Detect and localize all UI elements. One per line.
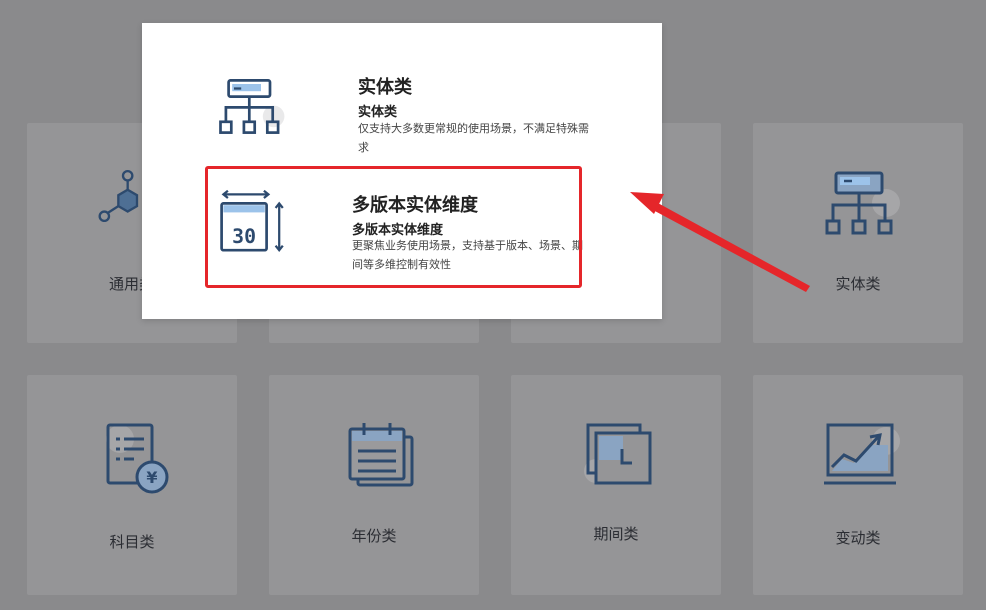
annotation-arrow-icon xyxy=(630,192,810,292)
org-chart-icon xyxy=(825,171,900,235)
card-label-period: 期间类 xyxy=(593,525,639,543)
card-subject[interactable]: ¥ 科目类 xyxy=(27,375,237,595)
option-description: 仅支持大多数更常规的使用场景，不满足特殊需求 xyxy=(358,122,589,154)
card-label-subject: 科目类 xyxy=(109,533,155,551)
calendar-icon xyxy=(348,423,414,487)
option-subtitle: 实体类 xyxy=(358,105,398,120)
trend-chart-icon xyxy=(824,423,900,485)
selection-highlight-box xyxy=(205,166,582,288)
card-label-change: 变动类 xyxy=(835,529,881,547)
card-label-year: 年份类 xyxy=(351,527,397,545)
org-chart-icon xyxy=(219,79,285,134)
card-period[interactable]: 期间类 xyxy=(511,375,721,595)
ledger-yen-icon: ¥ xyxy=(106,423,169,494)
card-year[interactable]: 年份类 xyxy=(269,375,479,595)
card-change[interactable]: 变动类 xyxy=(753,375,963,595)
option-title: 实体类 xyxy=(358,77,412,98)
option-entity[interactable]: 实体类 实体类 仅支持大多数更常规的使用场景，不满足特殊需求 xyxy=(142,23,662,163)
svg-text:¥: ¥ xyxy=(146,468,157,487)
period-frame-icon xyxy=(584,423,652,485)
